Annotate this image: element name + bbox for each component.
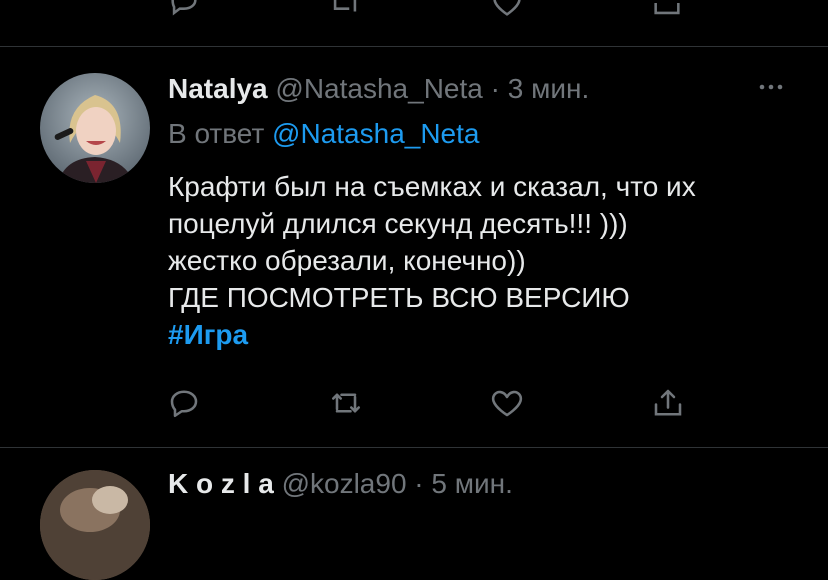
divider (0, 447, 828, 448)
retweet-icon[interactable] (328, 0, 362, 20)
user-handle[interactable]: @Natasha_Neta (275, 73, 482, 104)
heart-icon[interactable] (489, 385, 525, 421)
tweet-header: K o z l a @kozla90 · 5 мин. (168, 467, 513, 501)
user-handle[interactable]: @kozla90 (282, 468, 407, 499)
hashtag-link[interactable]: #Игра (168, 316, 808, 353)
timestamp[interactable]: 3 мин. (508, 73, 589, 104)
reply-mention-link[interactable]: @Natasha_Neta (272, 118, 479, 149)
separator-dot: · (490, 73, 500, 104)
more-horizontal-icon[interactable] (755, 76, 787, 98)
tweet-header: Natalya @Natasha_Neta · 3 мин. (168, 72, 589, 106)
share-icon[interactable] (650, 0, 684, 20)
reply-prefix: В ответ (168, 118, 265, 149)
tweet-text-line: Крафти был на съемках и сказал, что их (168, 171, 696, 202)
tweet-text-line: поцелуй длился секунд десять!!! ))) (168, 208, 628, 239)
reply-icon[interactable] (167, 0, 201, 20)
tweet-text-line: ГДЕ ПОСМОТРЕТЬ ВСЮ ВЕРСИЮ (168, 282, 630, 313)
timestamp[interactable]: 5 мин. (431, 468, 512, 499)
heart-icon[interactable] (490, 0, 524, 20)
share-icon[interactable] (650, 385, 686, 421)
display-name[interactable]: K o z l a (168, 468, 274, 499)
tweet-actions (0, 385, 828, 425)
tweet-text-line: жестко обрезали, конечно)) (168, 245, 526, 276)
previous-tweet-actions (0, 0, 828, 46)
timeline: Natalya @Natasha_Neta · 3 мин. В ответ @… (0, 0, 828, 580)
separator-dot: · (414, 468, 424, 499)
display-name[interactable]: Natalya (168, 73, 268, 104)
retweet-icon[interactable] (328, 385, 364, 421)
tweet-text: Крафти был на съемках и сказал, что их п… (168, 168, 808, 353)
divider (0, 46, 828, 47)
avatar[interactable] (40, 73, 150, 183)
reply-icon[interactable] (166, 385, 202, 421)
reply-context: В ответ @Natasha_Neta (168, 117, 479, 151)
avatar[interactable] (40, 470, 150, 580)
